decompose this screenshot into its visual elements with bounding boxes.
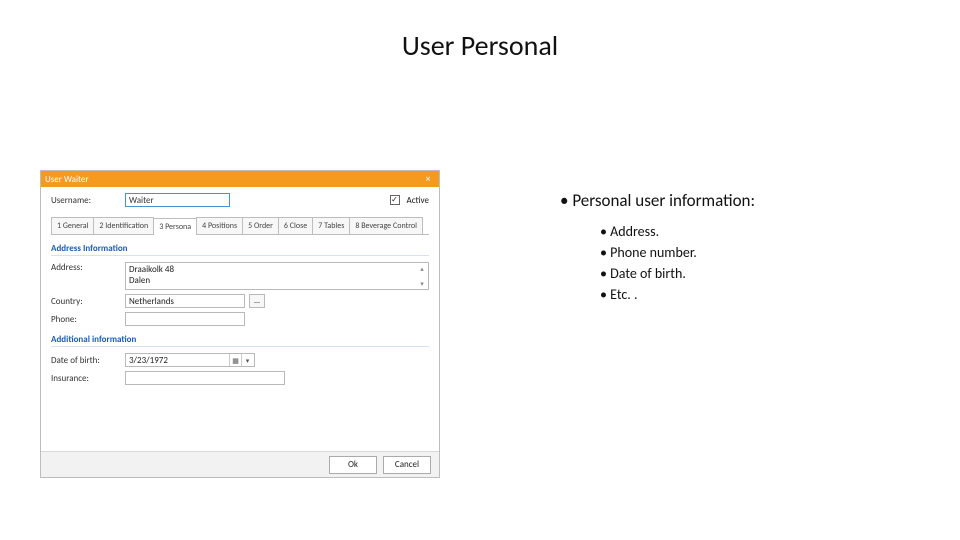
scroll-up-icon[interactable]: ▴: [417, 264, 427, 273]
close-icon[interactable]: ×: [421, 172, 435, 186]
tab-positions[interactable]: 4 Positions: [196, 217, 243, 234]
tab-strip: 1 General 2 Identification 3 Persona 4 P…: [51, 217, 429, 235]
sub-bullet: Address.: [600, 221, 920, 242]
sub-bullet: Etc. .: [600, 284, 920, 305]
dialog-title: User Waiter: [45, 174, 421, 185]
dialog-footer: Ok Cancel: [41, 451, 439, 477]
bullet-main: Personal user information:: [560, 190, 920, 211]
insurance-label: Insurance:: [51, 373, 121, 384]
tab-identification[interactable]: 2 Identification: [93, 217, 154, 234]
tab-general[interactable]: 1 General: [51, 217, 94, 234]
tab-order[interactable]: 5 Order: [242, 217, 279, 234]
dialog-titlebar[interactable]: User Waiter ×: [41, 171, 439, 187]
address-input[interactable]: Draaikolk 48 Dalen ▴ ▾: [125, 262, 429, 290]
phone-input[interactable]: [125, 312, 245, 326]
user-dialog: User Waiter × Username: Waiter ✓ Active …: [40, 170, 440, 478]
sub-bullet: Date of birth.: [600, 263, 920, 284]
tab-tables[interactable]: 7 Tables: [312, 217, 350, 234]
ok-button[interactable]: Ok: [329, 456, 377, 474]
insurance-input[interactable]: [125, 371, 285, 385]
username-label: Username:: [51, 195, 121, 206]
scroll-down-icon[interactable]: ▾: [417, 279, 427, 288]
active-label: Active: [407, 195, 429, 206]
country-picker-button[interactable]: ...: [249, 294, 265, 308]
chevron-down-icon[interactable]: ▾: [241, 354, 253, 366]
calendar-icon[interactable]: ▦: [229, 354, 241, 366]
phone-label: Phone:: [51, 314, 121, 325]
section-address-header: Address Information: [51, 243, 429, 256]
section-additional-header: Additional information: [51, 334, 429, 347]
dob-value: 3/23/1972: [129, 355, 168, 366]
cancel-button[interactable]: Cancel: [383, 456, 431, 474]
active-checkbox[interactable]: ✓: [390, 195, 400, 205]
country-input[interactable]: Netherlands: [125, 294, 245, 308]
sub-bullet: Phone number.: [600, 242, 920, 263]
dialog-body: Username: Waiter ✓ Active 1 General 2 Id…: [41, 187, 439, 451]
tab-close[interactable]: 6 Close: [278, 217, 313, 234]
address-line1: Draaikolk 48: [129, 264, 425, 275]
address-line2: Dalen: [129, 275, 425, 286]
right-column: Personal user information: Address. Phon…: [560, 190, 920, 305]
tab-persona[interactable]: 3 Persona: [153, 218, 197, 235]
tab-beverage-control[interactable]: 8 Beverage Control: [349, 217, 423, 234]
country-label: Country:: [51, 296, 121, 307]
username-input[interactable]: Waiter: [125, 193, 230, 207]
dob-input[interactable]: 3/23/1972 ▦ ▾: [125, 353, 255, 367]
dob-label: Date of birth:: [51, 355, 121, 366]
address-label: Address:: [51, 262, 121, 273]
address-scrollbar[interactable]: ▴ ▾: [417, 264, 427, 288]
slide-title: User Personal: [0, 28, 960, 63]
